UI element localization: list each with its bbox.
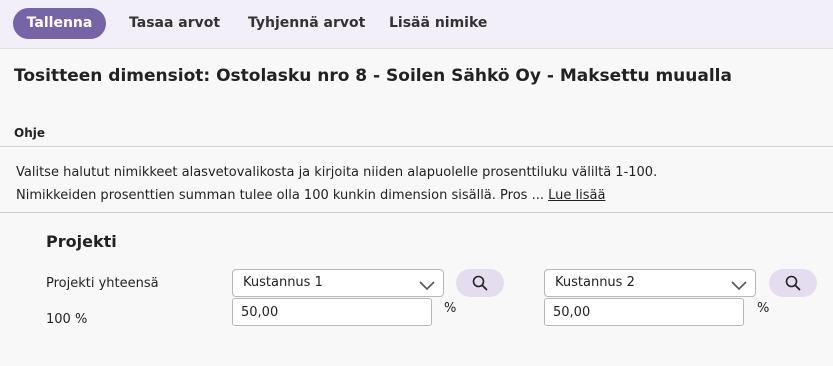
balance-values-button[interactable]: Tasaa arvot — [129, 8, 220, 39]
dimension-select-1[interactable]: Kustannus 1 — [232, 269, 444, 297]
dimension-search-button-2[interactable] — [769, 269, 817, 297]
help-line-2-text: Nimikkeiden prosenttien summan tulee oll… — [16, 188, 544, 203]
project-total-value: 100 % — [46, 312, 88, 327]
divider — [0, 146, 833, 147]
page-title: Tositteen dimensiot: Ostolasku nro 8 - S… — [14, 66, 732, 86]
percent-input-2[interactable] — [544, 298, 744, 326]
save-button[interactable]: Tallenna — [13, 8, 106, 39]
search-icon — [472, 275, 488, 291]
percent-input-1[interactable] — [232, 298, 432, 326]
help-line-1: Valitse halutut nimikkeet alasvetovaliko… — [16, 165, 658, 180]
help-heading: Ohje — [14, 126, 45, 140]
dimension-select-2-value: Kustannus 2 — [555, 275, 635, 290]
search-icon — [785, 275, 801, 291]
dimension-select-1-value: Kustannus 1 — [243, 275, 323, 290]
percent-unit-2: % — [757, 301, 770, 316]
help-line-2: Nimikkeiden prosenttien summan tulee oll… — [16, 184, 816, 207]
toolbar: Tallenna Tasaa arvot Tyhjennä arvot Lisä… — [0, 0, 833, 49]
help-text: Valitse halutut nimikkeet alasvetovaliko… — [16, 161, 816, 207]
chevron-down-icon — [731, 277, 747, 296]
percent-unit-1: % — [444, 301, 457, 316]
section-title: Projekti — [46, 232, 117, 251]
dimension-select-2[interactable]: Kustannus 2 — [544, 269, 756, 297]
add-item-button[interactable]: Lisää nimike — [389, 8, 487, 39]
dimension-search-button-1[interactable] — [456, 269, 504, 297]
project-total-label: Projekti yhteensä — [46, 276, 159, 291]
read-more-link[interactable]: Lue lisää — [548, 188, 605, 203]
divider — [0, 212, 833, 213]
clear-values-button[interactable]: Tyhjennä arvot — [248, 8, 365, 39]
chevron-down-icon — [419, 277, 435, 296]
